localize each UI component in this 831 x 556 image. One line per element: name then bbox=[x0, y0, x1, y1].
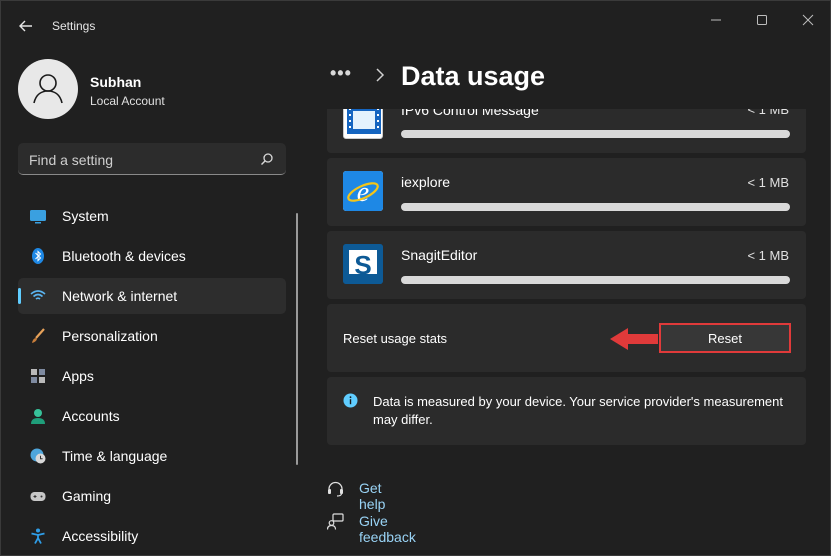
accessibility-icon bbox=[31, 528, 45, 544]
app-usage-bar bbox=[401, 203, 790, 211]
sidebar-item-label: System bbox=[62, 208, 109, 224]
title-bar: Settings bbox=[1, 1, 831, 51]
red-arrow-icon bbox=[610, 328, 658, 350]
app-usage-bar bbox=[401, 276, 790, 284]
settings-window: Settings Subhan Local Account Find a set… bbox=[0, 0, 831, 556]
profile-name: Subhan bbox=[90, 74, 142, 90]
info-text: Data is measured by your device. Your se… bbox=[373, 394, 784, 427]
sidebar-item-label: Personalization bbox=[62, 328, 158, 344]
chevron-right-icon bbox=[376, 68, 385, 82]
sidebar-item-apps[interactable]: Apps bbox=[18, 358, 286, 394]
sidebar-item-accessibility[interactable]: Accessibility bbox=[18, 518, 286, 554]
search-icon bbox=[261, 153, 273, 165]
breadcrumb-overflow-button[interactable]: ••• bbox=[330, 63, 352, 84]
person-icon bbox=[31, 409, 45, 424]
maximize-icon bbox=[757, 15, 767, 25]
search-input[interactable]: Find a setting bbox=[18, 143, 286, 175]
sidebar-item-label: Apps bbox=[62, 368, 94, 384]
brush-icon bbox=[32, 328, 45, 343]
minimize-button[interactable] bbox=[707, 11, 725, 29]
info-card: Data is measured by your device. Your se… bbox=[327, 377, 806, 445]
sidebar-item-network[interactable]: Network & internet bbox=[18, 278, 286, 314]
app-usage-card: e iexplore < 1 MB bbox=[327, 158, 806, 226]
sidebar-item-time-language[interactable]: Time & language bbox=[18, 438, 286, 474]
info-icon bbox=[343, 393, 358, 408]
snagit-icon: S bbox=[343, 244, 383, 284]
reset-button[interactable]: Reset bbox=[659, 323, 791, 353]
get-help-label: Get help bbox=[359, 480, 386, 512]
sidebar-item-personalization[interactable]: Personalization bbox=[18, 318, 286, 354]
profile-account-type: Local Account bbox=[90, 94, 165, 108]
app-usage-value: < 1 MB bbox=[747, 109, 789, 117]
app-name: iexplore bbox=[401, 174, 451, 190]
app-usage-value: < 1 MB bbox=[747, 248, 789, 263]
user-silhouette-icon bbox=[33, 74, 63, 104]
bluetooth-icon bbox=[32, 248, 44, 264]
maximize-button[interactable] bbox=[753, 11, 771, 29]
close-button[interactable] bbox=[799, 11, 817, 29]
sidebar-item-system[interactable]: System bbox=[18, 198, 286, 234]
sidebar-item-label: Accessibility bbox=[62, 528, 139, 544]
app-title: Settings bbox=[52, 19, 96, 33]
app-usage-card: IPv6 Control Message < 1 MB bbox=[327, 109, 806, 153]
give-feedback-label: Give feedback bbox=[359, 513, 416, 545]
film-strip-icon bbox=[343, 109, 383, 139]
sidebar-item-bluetooth[interactable]: Bluetooth & devices bbox=[18, 238, 286, 274]
sidebar-scrollbar[interactable] bbox=[296, 213, 298, 465]
sidebar-item-gaming[interactable]: Gaming bbox=[18, 478, 286, 514]
reset-usage-label: Reset usage stats bbox=[343, 331, 448, 346]
app-usage-card: S SnagitEditor < 1 MB bbox=[327, 231, 806, 299]
sidebar-item-label: Bluetooth & devices bbox=[62, 248, 186, 264]
apps-icon bbox=[31, 369, 45, 383]
app-name: SnagitEditor bbox=[401, 247, 478, 263]
internet-explorer-icon: e bbox=[343, 171, 383, 211]
back-button[interactable] bbox=[15, 15, 37, 37]
app-usage-value: < 1 MB bbox=[747, 175, 789, 190]
sidebar-item-label: Network & internet bbox=[62, 288, 178, 304]
back-arrow-icon bbox=[19, 20, 32, 32]
avatar[interactable] bbox=[18, 59, 78, 119]
app-usage-bar bbox=[401, 130, 790, 138]
sidebar-item-label: Gaming bbox=[62, 488, 112, 504]
page-title: Data usage bbox=[401, 61, 546, 91]
minimize-icon bbox=[711, 19, 721, 21]
wifi-icon bbox=[30, 290, 46, 300]
svg-text:e: e bbox=[357, 177, 369, 208]
app-name: IPv6 Control Message bbox=[401, 109, 539, 118]
sidebar-item-accounts[interactable]: Accounts bbox=[18, 398, 286, 434]
gamepad-icon bbox=[30, 492, 46, 501]
feedback-icon bbox=[327, 513, 344, 530]
close-icon bbox=[802, 14, 814, 26]
sidebar-item-label: Accounts bbox=[62, 408, 120, 424]
system-icon bbox=[30, 210, 46, 224]
globe-clock-icon bbox=[30, 448, 46, 464]
active-indicator bbox=[18, 288, 21, 304]
help-icon bbox=[328, 481, 343, 497]
reset-usage-card: Reset usage stats Reset bbox=[327, 304, 806, 372]
sidebar-item-label: Time & language bbox=[62, 448, 168, 464]
search-placeholder: Find a setting bbox=[29, 152, 114, 168]
